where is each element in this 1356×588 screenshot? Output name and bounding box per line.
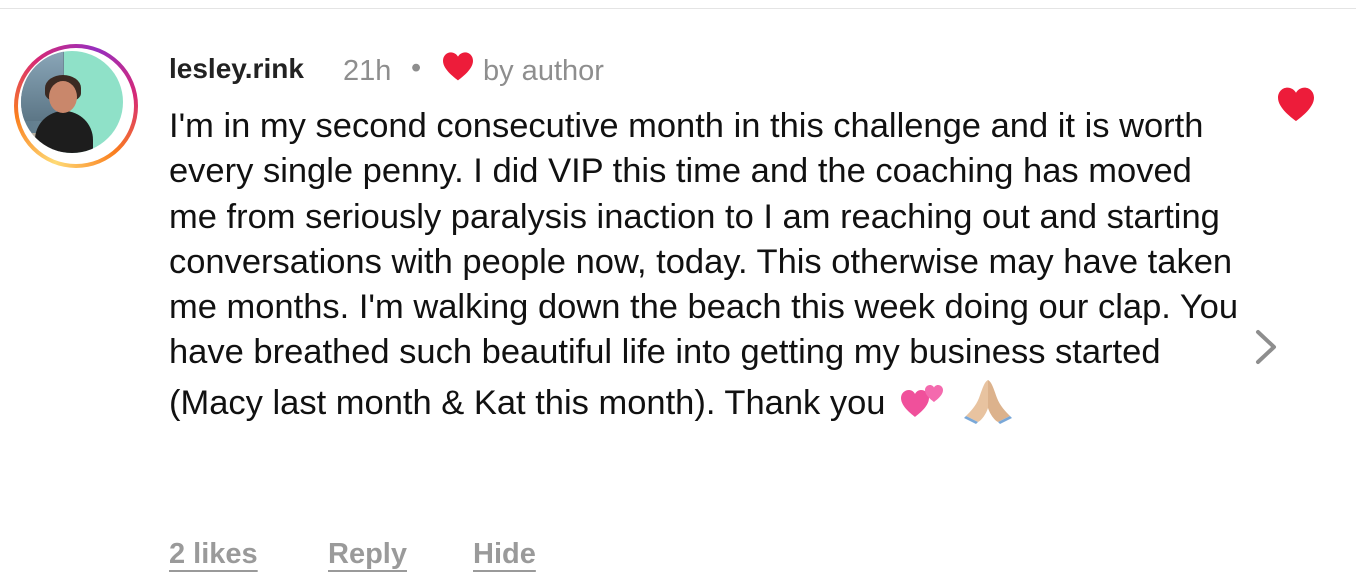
comment-body: I'm in my second consecutive month in th… <box>169 104 1239 436</box>
reply-button[interactable]: Reply <box>328 538 407 571</box>
hide-button[interactable]: Hide <box>473 538 536 571</box>
avatar[interactable] <box>21 51 123 153</box>
comment-text: I'm in my second consecutive month in th… <box>169 107 1239 422</box>
chevron-right-icon[interactable] <box>1252 328 1280 366</box>
folded-hands-emoji <box>962 376 1014 436</box>
author-liked-heart-icon <box>443 52 473 81</box>
avatar-story-ring[interactable] <box>14 44 138 168</box>
liked-by-author-label: by author <box>483 55 604 87</box>
top-divider <box>0 8 1356 9</box>
two-hearts-emoji <box>898 380 948 432</box>
like-heart-icon[interactable] <box>1276 86 1316 122</box>
likes-count-button[interactable]: 2 likes <box>169 538 258 571</box>
username[interactable]: lesley.rink <box>169 53 304 85</box>
separator-dot: • <box>411 52 422 84</box>
timestamp: 21h <box>343 55 392 87</box>
